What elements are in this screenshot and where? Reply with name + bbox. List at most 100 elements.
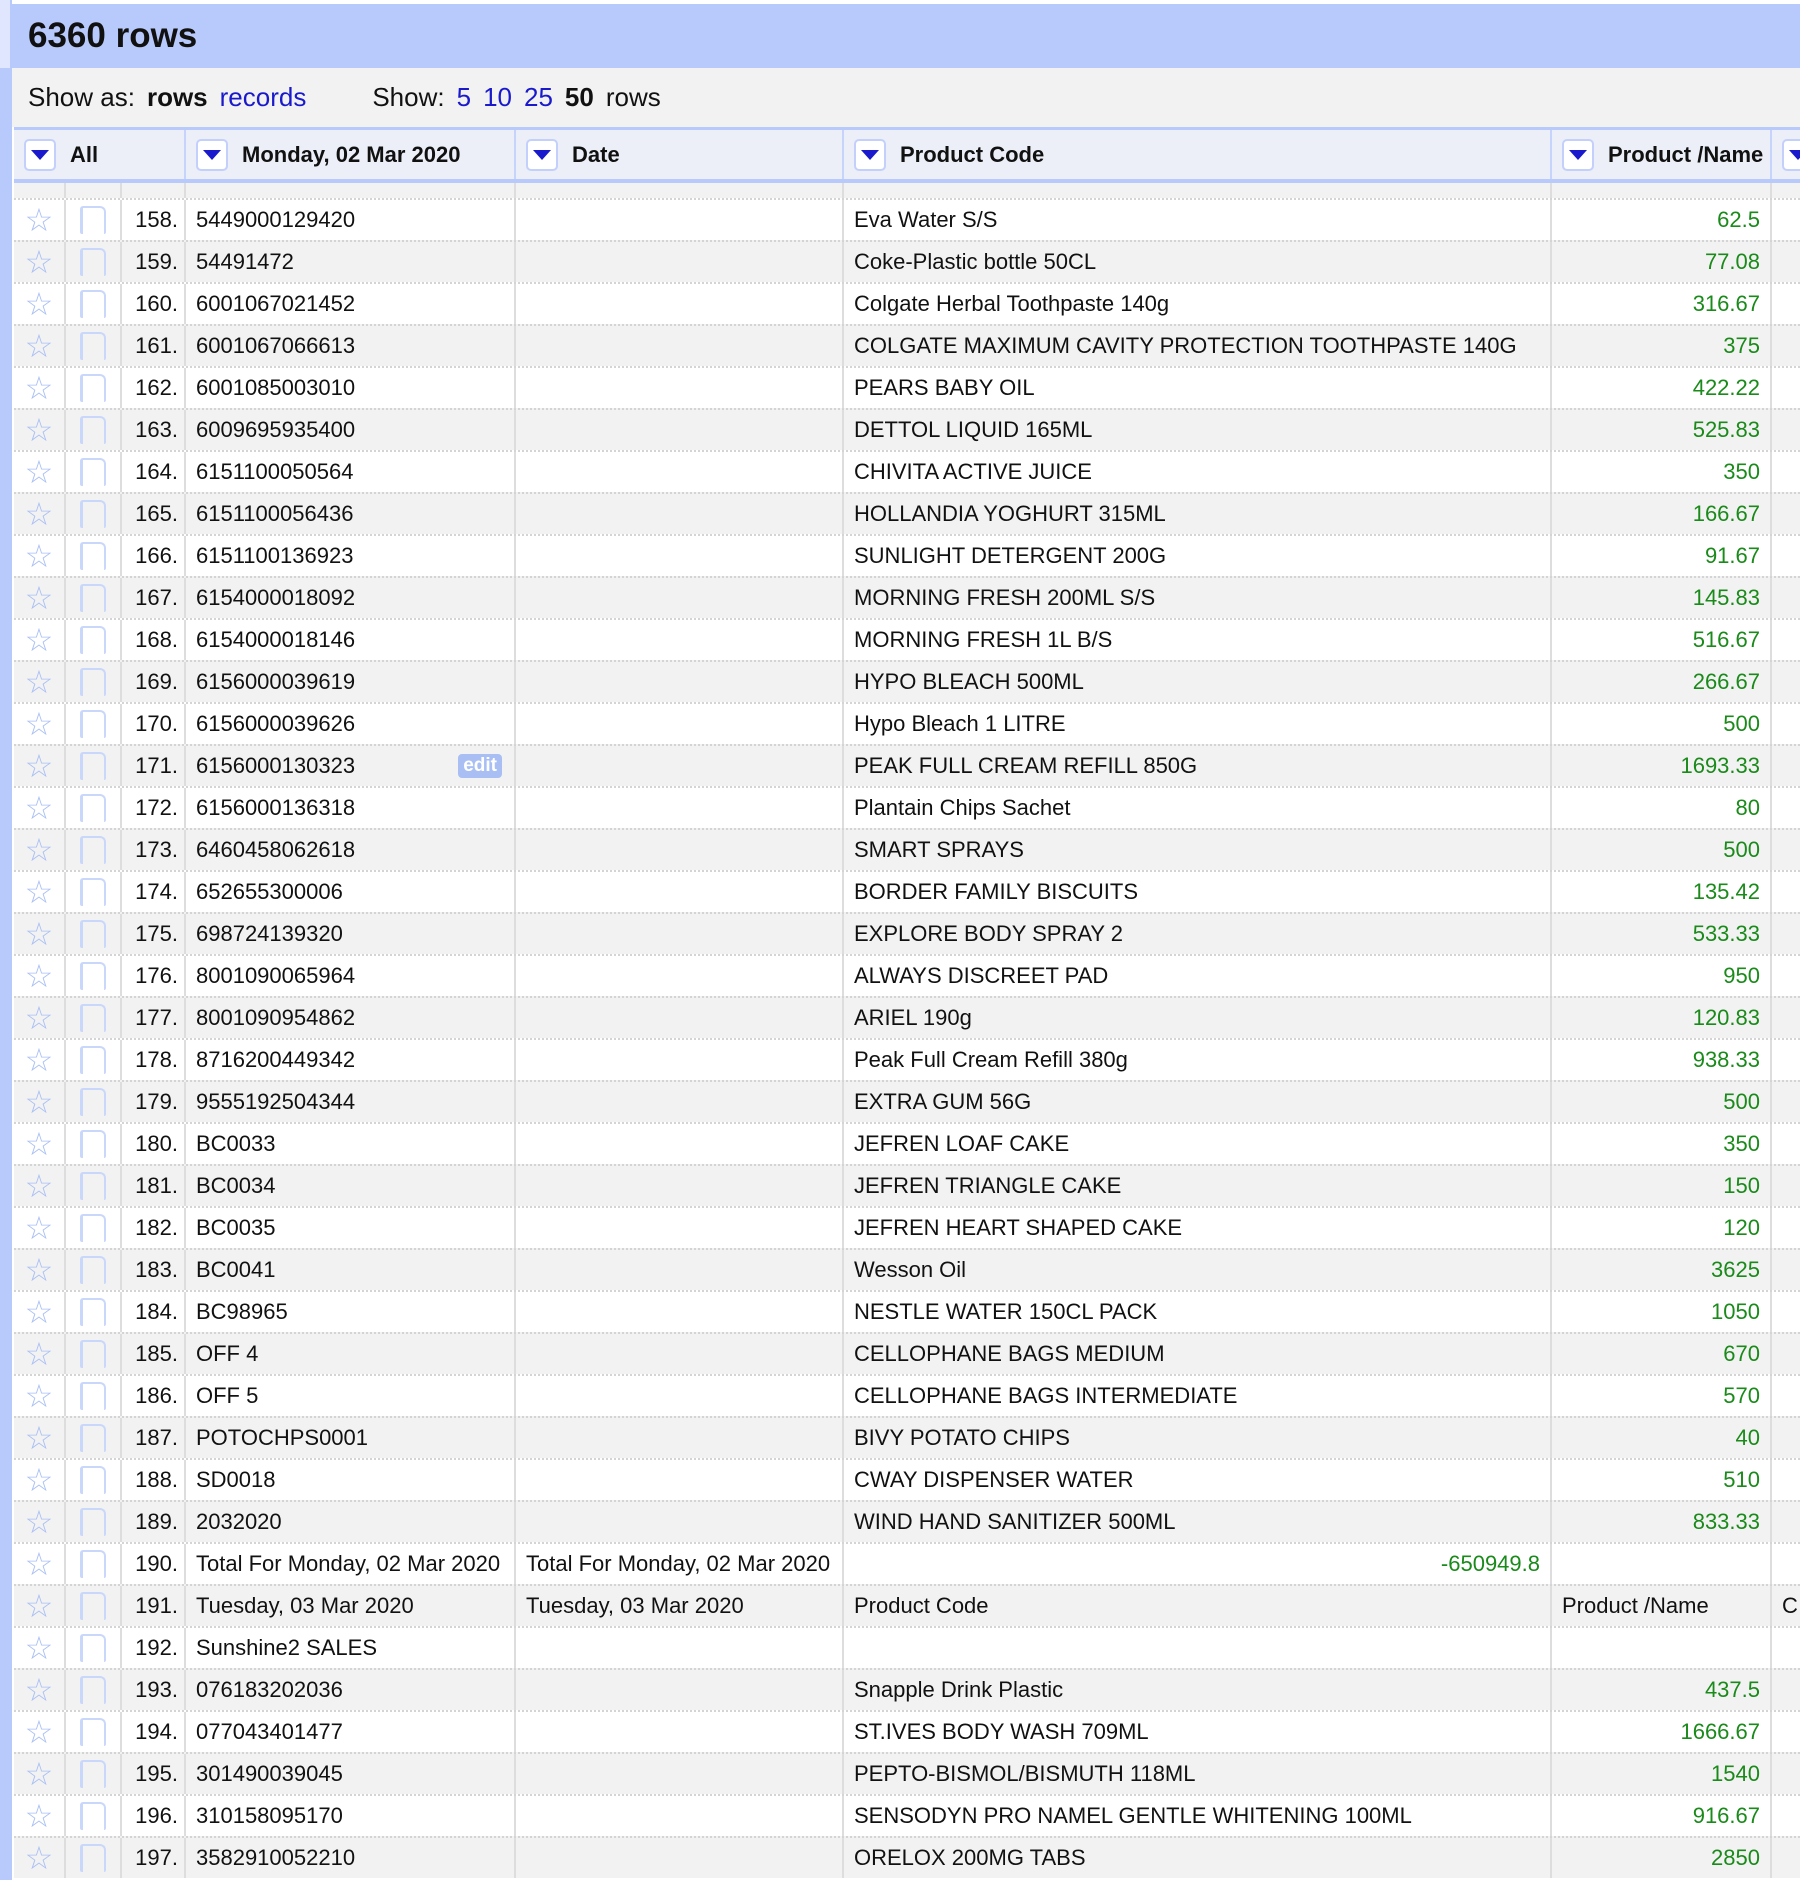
column-menu-dropdown-icon[interactable]: [196, 138, 228, 171]
table-row[interactable]: ☆ 163. 6009695935400 DETTOL LIQUID 165ML…: [14, 408, 1800, 450]
star-icon[interactable]: ☆: [25, 246, 54, 278]
star-icon[interactable]: ☆: [25, 1590, 54, 1622]
table-row[interactable]: ☆ 177. 8001090954862 ARIEL 190g 120.83: [14, 996, 1800, 1038]
flag-icon[interactable]: [80, 710, 106, 738]
star-icon[interactable]: ☆: [25, 288, 54, 320]
flag-icon[interactable]: [80, 752, 106, 780]
flag-icon[interactable]: [80, 1298, 106, 1326]
star-icon[interactable]: ☆: [25, 1674, 54, 1706]
star-icon[interactable]: ☆: [25, 1716, 54, 1748]
star-icon[interactable]: ☆: [25, 1212, 54, 1244]
flag-icon[interactable]: [80, 1592, 106, 1620]
column-menu-dropdown-icon[interactable]: [24, 138, 56, 171]
star-icon[interactable]: ☆: [25, 1464, 54, 1496]
flag-icon[interactable]: [80, 1340, 106, 1368]
star-icon[interactable]: ☆: [25, 1800, 54, 1832]
star-icon[interactable]: ☆: [25, 1548, 54, 1580]
table-row[interactable]: ☆ 172. 6156000136318 Plantain Chips Sach…: [14, 786, 1800, 828]
flag-icon[interactable]: [80, 584, 106, 612]
table-row[interactable]: ☆ 169. 6156000039619 HYPO BLEACH 500ML 2…: [14, 660, 1800, 702]
table-row[interactable]: ☆ 180. BC0033 JEFREN LOAF CAKE 350: [14, 1122, 1800, 1164]
column-menu-dropdown-icon[interactable]: [526, 138, 558, 171]
table-row[interactable]: ☆ 165. 6151100056436 HOLLANDIA YOGHURT 3…: [14, 492, 1800, 534]
flag-icon[interactable]: [80, 1634, 106, 1662]
star-icon[interactable]: ☆: [25, 204, 54, 236]
flag-icon[interactable]: [80, 1718, 106, 1746]
star-icon[interactable]: ☆: [25, 498, 54, 530]
flag-icon[interactable]: [80, 1088, 106, 1116]
flag-icon[interactable]: [80, 1550, 106, 1578]
flag-icon[interactable]: [80, 1172, 106, 1200]
flag-icon[interactable]: [80, 1676, 106, 1704]
column-menu-dropdown-icon[interactable]: [1782, 138, 1800, 171]
star-icon[interactable]: ☆: [25, 1296, 54, 1328]
star-icon[interactable]: ☆: [25, 540, 54, 572]
flag-icon[interactable]: [80, 1214, 106, 1242]
table-row[interactable]: ☆ 176. 8001090065964 ALWAYS DISCREET PAD…: [14, 954, 1800, 996]
show-as-records-link[interactable]: records: [220, 82, 307, 113]
flag-icon[interactable]: [80, 332, 106, 360]
show-5-link[interactable]: 5: [457, 82, 471, 113]
flag-icon[interactable]: [80, 1256, 106, 1284]
flag-icon[interactable]: [80, 290, 106, 318]
star-icon[interactable]: ☆: [25, 834, 54, 866]
flag-icon[interactable]: [80, 1130, 106, 1158]
table-row[interactable]: ☆ 160. 6001067021452 Colgate Herbal Toot…: [14, 282, 1800, 324]
flag-icon[interactable]: [80, 1046, 106, 1074]
flag-icon[interactable]: [80, 1424, 106, 1452]
star-icon[interactable]: ☆: [25, 1338, 54, 1370]
star-icon[interactable]: ☆: [25, 708, 54, 740]
table-row[interactable]: ☆ 170. 6156000039626 Hypo Bleach 1 LITRE…: [14, 702, 1800, 744]
table-row[interactable]: ☆ 179. 9555192504344 EXTRA GUM 56G 500: [14, 1080, 1800, 1122]
flag-icon[interactable]: [80, 1508, 106, 1536]
table-row[interactable]: ☆ 186. OFF 5 CELLOPHANE BAGS INTERMEDIAT…: [14, 1374, 1800, 1416]
flag-icon[interactable]: [80, 794, 106, 822]
table-row[interactable]: ☆ 190. Total For Monday, 02 Mar 2020 Tot…: [14, 1542, 1800, 1584]
star-icon[interactable]: ☆: [25, 750, 54, 782]
table-row[interactable]: ☆ 168. 6154000018146 MORNING FRESH 1L B/…: [14, 618, 1800, 660]
star-icon[interactable]: ☆: [25, 1128, 54, 1160]
table-row[interactable]: ☆ 175. 698724139320 EXPLORE BODY SPRAY 2…: [14, 912, 1800, 954]
table-row[interactable]: ☆ 158. 5449000129420 Eva Water S/S 62.5: [14, 198, 1800, 240]
table-row[interactable]: ☆ 195. 301490039045 PEPTO-BISMOL/BISMUTH…: [14, 1752, 1800, 1794]
table-row[interactable]: ☆ 178. 8716200449342 Peak Full Cream Ref…: [14, 1038, 1800, 1080]
star-icon[interactable]: ☆: [25, 1002, 54, 1034]
edit-button[interactable]: edit: [458, 754, 502, 778]
table-row[interactable]: ☆ 197. 3582910052210 ORELOX 200MG TABS 2…: [14, 1836, 1800, 1878]
flag-icon[interactable]: [80, 962, 106, 990]
star-icon[interactable]: ☆: [25, 1842, 54, 1874]
star-icon[interactable]: ☆: [25, 1422, 54, 1454]
table-row[interactable]: ☆ 184. BC98965 NESTLE WATER 150CL PACK 1…: [14, 1290, 1800, 1332]
star-icon[interactable]: ☆: [25, 372, 54, 404]
flag-icon[interactable]: [80, 1760, 106, 1788]
table-row[interactable]: ☆ 173. 6460458062618 SMART SPRAYS 500: [14, 828, 1800, 870]
star-icon[interactable]: ☆: [25, 1758, 54, 1790]
table-row[interactable]: ☆ 192. Sunshine2 SALES: [14, 1626, 1800, 1668]
flag-icon[interactable]: [80, 1466, 106, 1494]
table-row[interactable]: ☆ 166. 6151100136923 SUNLIGHT DETERGENT …: [14, 534, 1800, 576]
star-icon[interactable]: ☆: [25, 1044, 54, 1076]
star-icon[interactable]: ☆: [25, 960, 54, 992]
table-row[interactable]: ☆ 174. 652655300006 BORDER FAMILY BISCUI…: [14, 870, 1800, 912]
table-row[interactable]: ☆ 183. BC0041 Wesson Oil 3625: [14, 1248, 1800, 1290]
star-icon[interactable]: ☆: [25, 876, 54, 908]
table-row[interactable]: ☆ 188. SD0018 CWAY DISPENSER WATER 510: [14, 1458, 1800, 1500]
column-menu-dropdown-icon[interactable]: [854, 138, 886, 171]
star-icon[interactable]: ☆: [25, 456, 54, 488]
star-icon[interactable]: ☆: [25, 1254, 54, 1286]
show-25-link[interactable]: 25: [524, 82, 553, 113]
table-row[interactable]: ☆ 159. 54491472 Coke-Plastic bottle 50CL…: [14, 240, 1800, 282]
flag-icon[interactable]: [80, 500, 106, 528]
star-icon[interactable]: ☆: [25, 1170, 54, 1202]
table-row[interactable]: ☆ 189. 2032020 WIND HAND SANITIZER 500ML…: [14, 1500, 1800, 1542]
star-icon[interactable]: ☆: [25, 414, 54, 446]
flag-icon[interactable]: [80, 1844, 106, 1872]
table-row[interactable]: ☆ 194. 077043401477 ST.IVES BODY WASH 70…: [14, 1710, 1800, 1752]
flag-icon[interactable]: [80, 878, 106, 906]
flag-icon[interactable]: [80, 458, 106, 486]
star-icon[interactable]: ☆: [25, 330, 54, 362]
table-row[interactable]: ☆ 164. 6151100050564 CHIVITA ACTIVE JUIC…: [14, 450, 1800, 492]
show-10-link[interactable]: 10: [483, 82, 512, 113]
table-row[interactable]: ☆ 162. 6001085003010 PEARS BABY OIL 422.…: [14, 366, 1800, 408]
flag-icon[interactable]: [80, 1004, 106, 1032]
